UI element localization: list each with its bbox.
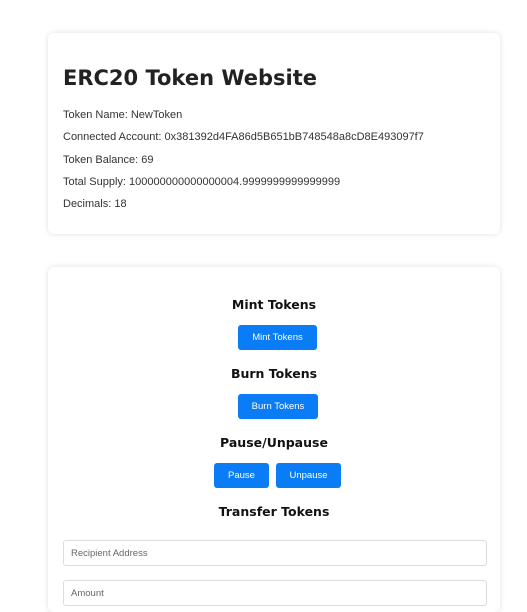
decimals-text: Decimals: 18	[63, 198, 127, 211]
connected-account-text: Connected Account: 0x381392d4FA86d5B651b…	[63, 131, 424, 144]
transfer-section-title: Transfer Tokens	[218, 504, 330, 519]
recipient-address-input[interactable]	[63, 540, 487, 566]
burn-section-title: Burn Tokens	[230, 366, 318, 381]
token-balance-text: Token Balance: 69	[63, 153, 154, 166]
page-title: ERC20 Token Website	[63, 66, 317, 90]
pause-section-title: Pause/Unpause	[220, 435, 328, 450]
mint-section-title: Mint Tokens	[231, 297, 317, 312]
token-info-card: ERC20 Token Website Token Name: NewToken…	[48, 33, 500, 234]
mint-tokens-button[interactable]: Mint Tokens	[238, 325, 317, 350]
token-actions-card: Mint Tokens Mint Tokens Burn Tokens Burn…	[48, 267, 500, 612]
pause-button[interactable]: Pause	[214, 463, 269, 488]
amount-input[interactable]	[63, 580, 487, 606]
burn-tokens-button[interactable]: Burn Tokens	[238, 394, 318, 419]
total-supply-text: Total Supply: 100000000000000004.9999999…	[63, 175, 341, 188]
unpause-button[interactable]: Unpause	[276, 463, 341, 488]
token-name-text: Token Name: NewToken	[63, 109, 183, 121]
